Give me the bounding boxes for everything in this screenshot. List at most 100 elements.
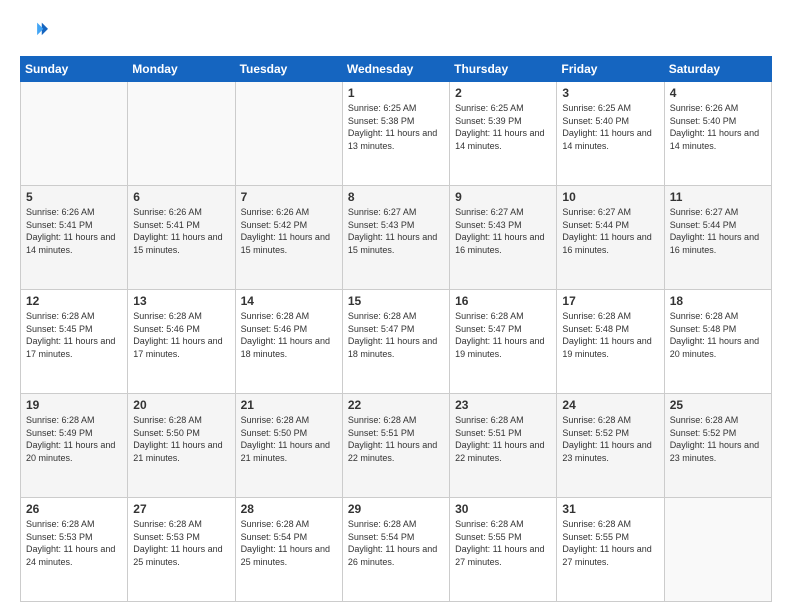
calendar-cell: 19 Sunrise: 6:28 AM Sunset: 5:49 PM Dayli…	[21, 394, 128, 498]
header-sunday: Sunday	[21, 57, 128, 82]
day-number: 3	[562, 86, 658, 100]
day-number: 5	[26, 190, 122, 204]
calendar-table: Sunday Monday Tuesday Wednesday Thursday…	[20, 56, 772, 602]
calendar-cell: 30Sunrise: 6:28 AM Sunset: 5:55 PM Dayli…	[450, 498, 557, 602]
day-number: 17	[562, 294, 658, 308]
header-friday: Friday	[557, 57, 664, 82]
calendar-cell: 25 Sunrise: 6:28 AM Sunset: 5:52 PM Dayli…	[664, 394, 771, 498]
day-info: Sunrise: 6:28 AM Sunset: 5:50 PM Dayligh…	[241, 414, 337, 464]
header-monday: Monday	[128, 57, 235, 82]
day-number: 13	[133, 294, 229, 308]
calendar-week-row: 5 Sunrise: 6:26 AM Sunset: 5:41 PM Daylig…	[21, 186, 772, 290]
day-number: 8	[348, 190, 444, 204]
day-number: 10	[562, 190, 658, 204]
day-number: 26	[26, 502, 122, 516]
calendar-cell	[235, 82, 342, 186]
calendar-cell: 5 Sunrise: 6:26 AM Sunset: 5:41 PM Daylig…	[21, 186, 128, 290]
calendar-cell: 3 Sunrise: 6:25 AM Sunset: 5:40 PM Daylig…	[557, 82, 664, 186]
day-number: 9	[455, 190, 551, 204]
calendar-week-row: 1Sunrise: 6:25 AM Sunset: 5:38 PM Daylig…	[21, 82, 772, 186]
day-number: 7	[241, 190, 337, 204]
day-number: 12	[26, 294, 122, 308]
day-info: Sunrise: 6:26 AM Sunset: 5:41 PM Dayligh…	[133, 206, 229, 256]
calendar-cell: 9 Sunrise: 6:27 AM Sunset: 5:43 PM Daylig…	[450, 186, 557, 290]
page: Sunday Monday Tuesday Wednesday Thursday…	[0, 0, 792, 612]
calendar-cell: 11 Sunrise: 6:27 AM Sunset: 5:44 PM Dayli…	[664, 186, 771, 290]
day-info: Sunrise: 6:28 AM Sunset: 5:53 PM Dayligh…	[133, 518, 229, 568]
calendar-cell: 6Sunrise: 6:26 AM Sunset: 5:41 PM Daylig…	[128, 186, 235, 290]
day-info: Sunrise: 6:28 AM Sunset: 5:54 PM Dayligh…	[348, 518, 444, 568]
day-number: 19	[26, 398, 122, 412]
day-info: Sunrise: 6:26 AM Sunset: 5:40 PM Dayligh…	[670, 102, 766, 152]
calendar-cell: 10 Sunrise: 6:27 AM Sunset: 5:44 PM Dayli…	[557, 186, 664, 290]
calendar-cell: 12 Sunrise: 6:28 AM Sunset: 5:45 PM Dayli…	[21, 290, 128, 394]
day-info: Sunrise: 6:28 AM Sunset: 5:49 PM Dayligh…	[26, 414, 122, 464]
day-number: 30	[455, 502, 551, 516]
day-info: Sunrise: 6:26 AM Sunset: 5:42 PM Dayligh…	[241, 206, 337, 256]
calendar-cell: 29 Sunrise: 6:28 AM Sunset: 5:54 PM Dayli…	[342, 498, 449, 602]
day-info: Sunrise: 6:27 AM Sunset: 5:44 PM Dayligh…	[562, 206, 658, 256]
calendar-cell: 26 Sunrise: 6:28 AM Sunset: 5:53 PM Dayli…	[21, 498, 128, 602]
calendar-cell: 24 Sunrise: 6:28 AM Sunset: 5:52 PM Dayli…	[557, 394, 664, 498]
calendar-cell: 22 Sunrise: 6:28 AM Sunset: 5:51 PM Dayli…	[342, 394, 449, 498]
day-number: 23	[455, 398, 551, 412]
calendar-cell: 8 Sunrise: 6:27 AM Sunset: 5:43 PM Daylig…	[342, 186, 449, 290]
calendar-cell	[128, 82, 235, 186]
day-number: 18	[670, 294, 766, 308]
day-number: 28	[241, 502, 337, 516]
calendar-week-row: 26 Sunrise: 6:28 AM Sunset: 5:53 PM Dayli…	[21, 498, 772, 602]
day-info: Sunrise: 6:28 AM Sunset: 5:54 PM Dayligh…	[241, 518, 337, 568]
day-info: Sunrise: 6:28 AM Sunset: 5:55 PM Dayligh…	[562, 518, 658, 568]
calendar-cell	[664, 498, 771, 602]
calendar-cell: 7 Sunrise: 6:26 AM Sunset: 5:42 PM Daylig…	[235, 186, 342, 290]
day-number: 25	[670, 398, 766, 412]
day-info: Sunrise: 6:27 AM Sunset: 5:43 PM Dayligh…	[348, 206, 444, 256]
calendar-cell: 23Sunrise: 6:28 AM Sunset: 5:51 PM Dayli…	[450, 394, 557, 498]
calendar-cell: 1Sunrise: 6:25 AM Sunset: 5:38 PM Daylig…	[342, 82, 449, 186]
calendar-cell: 31 Sunrise: 6:28 AM Sunset: 5:55 PM Dayli…	[557, 498, 664, 602]
day-info: Sunrise: 6:28 AM Sunset: 5:48 PM Dayligh…	[562, 310, 658, 360]
day-info: Sunrise: 6:25 AM Sunset: 5:40 PM Dayligh…	[562, 102, 658, 152]
day-info: Sunrise: 6:28 AM Sunset: 5:48 PM Dayligh…	[670, 310, 766, 360]
header-saturday: Saturday	[664, 57, 771, 82]
calendar-cell: 28 Sunrise: 6:28 AM Sunset: 5:54 PM Dayli…	[235, 498, 342, 602]
calendar-cell	[21, 82, 128, 186]
day-number: 22	[348, 398, 444, 412]
day-number: 11	[670, 190, 766, 204]
calendar-week-row: 19 Sunrise: 6:28 AM Sunset: 5:49 PM Dayli…	[21, 394, 772, 498]
day-number: 15	[348, 294, 444, 308]
day-info: Sunrise: 6:27 AM Sunset: 5:43 PM Dayligh…	[455, 206, 551, 256]
day-number: 20	[133, 398, 229, 412]
day-info: Sunrise: 6:26 AM Sunset: 5:41 PM Dayligh…	[26, 206, 122, 256]
header-thursday: Thursday	[450, 57, 557, 82]
day-number: 29	[348, 502, 444, 516]
day-number: 27	[133, 502, 229, 516]
header-wednesday: Wednesday	[342, 57, 449, 82]
day-info: Sunrise: 6:28 AM Sunset: 5:51 PM Dayligh…	[348, 414, 444, 464]
day-number: 24	[562, 398, 658, 412]
calendar-cell: 16Sunrise: 6:28 AM Sunset: 5:47 PM Dayli…	[450, 290, 557, 394]
generalblue-logo-icon	[20, 18, 48, 46]
day-number: 14	[241, 294, 337, 308]
calendar-cell: 18 Sunrise: 6:28 AM Sunset: 5:48 PM Dayli…	[664, 290, 771, 394]
calendar-cell: 13Sunrise: 6:28 AM Sunset: 5:46 PM Dayli…	[128, 290, 235, 394]
day-info: Sunrise: 6:25 AM Sunset: 5:39 PM Dayligh…	[455, 102, 551, 152]
calendar-cell: 15 Sunrise: 6:28 AM Sunset: 5:47 PM Dayli…	[342, 290, 449, 394]
day-info: Sunrise: 6:28 AM Sunset: 5:52 PM Dayligh…	[562, 414, 658, 464]
calendar-cell: 14 Sunrise: 6:28 AM Sunset: 5:46 PM Dayli…	[235, 290, 342, 394]
day-number: 16	[455, 294, 551, 308]
day-info: Sunrise: 6:28 AM Sunset: 5:47 PM Dayligh…	[348, 310, 444, 360]
day-number: 31	[562, 502, 658, 516]
day-info: Sunrise: 6:28 AM Sunset: 5:50 PM Dayligh…	[133, 414, 229, 464]
logo	[20, 18, 52, 46]
day-number: 2	[455, 86, 551, 100]
calendar-cell: 2 Sunrise: 6:25 AM Sunset: 5:39 PM Daylig…	[450, 82, 557, 186]
day-info: Sunrise: 6:27 AM Sunset: 5:44 PM Dayligh…	[670, 206, 766, 256]
day-info: Sunrise: 6:28 AM Sunset: 5:45 PM Dayligh…	[26, 310, 122, 360]
header	[20, 18, 772, 46]
calendar-cell: 4Sunrise: 6:26 AM Sunset: 5:40 PM Daylig…	[664, 82, 771, 186]
day-info: Sunrise: 6:28 AM Sunset: 5:52 PM Dayligh…	[670, 414, 766, 464]
day-info: Sunrise: 6:25 AM Sunset: 5:38 PM Dayligh…	[348, 102, 444, 152]
day-info: Sunrise: 6:28 AM Sunset: 5:53 PM Dayligh…	[26, 518, 122, 568]
day-info: Sunrise: 6:28 AM Sunset: 5:46 PM Dayligh…	[241, 310, 337, 360]
